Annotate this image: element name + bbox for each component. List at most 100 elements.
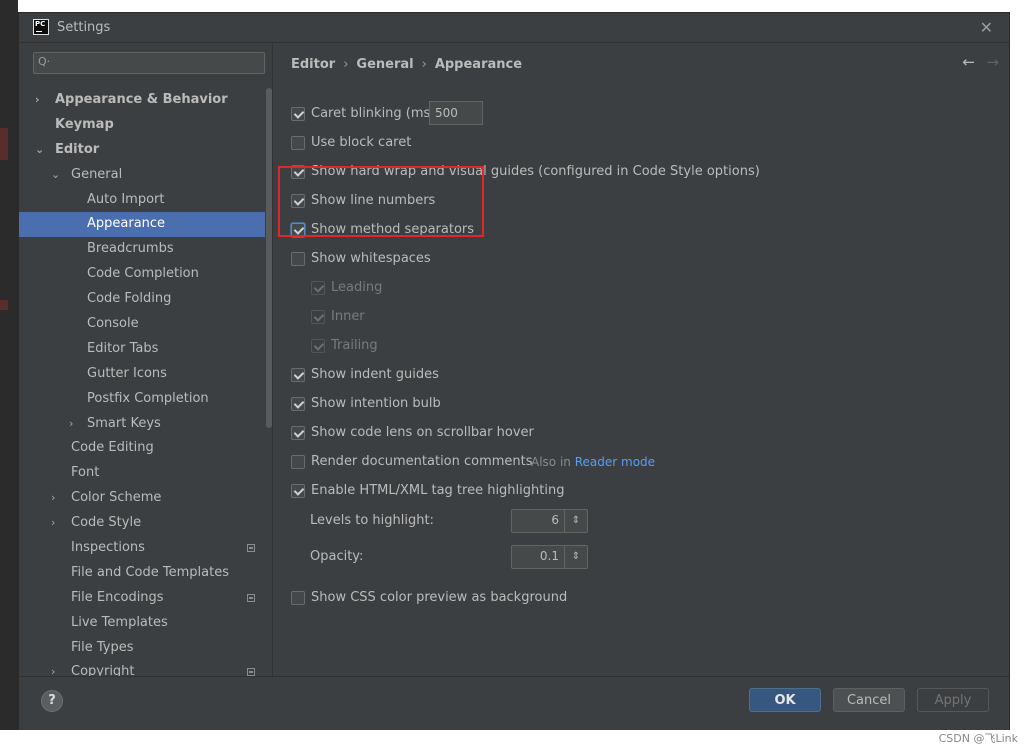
opacity-label: Opacity: [310, 549, 364, 564]
hard-wrap-label: Show hard wrap and visual guides (config… [311, 164, 760, 179]
sidebar-item-label: Code Editing [71, 440, 154, 456]
breadcrumb-separator: › [343, 57, 349, 72]
project-scope-icon [247, 544, 255, 553]
sidebar-item-console[interactable]: Console [19, 312, 265, 337]
sidebar-item-inspections[interactable]: Inspections [19, 536, 265, 561]
sidebar-item-label: Smart Keys [87, 415, 161, 431]
settings-tree: › Appearance & Behavior Keymap ⌄ Editor ⌄ Gene… [19, 88, 265, 685]
caret-blinking-checkbox[interactable] [291, 107, 305, 121]
close-icon[interactable]: ✕ [980, 18, 993, 37]
css-preview-checkbox[interactable] [291, 591, 305, 605]
css-preview-label: Show CSS color preview as background [311, 590, 568, 605]
window-title: Settings [57, 20, 111, 35]
line-numbers-label: Show line numbers [311, 193, 436, 208]
settings-sidebar: Q· › Appearance & Behavior Keymap ⌄ Editor ⌄ G… [19, 44, 273, 679]
opacity-spinner[interactable]: 0.1 ⇕ [511, 545, 588, 569]
sidebar-item-color-scheme[interactable]: › Color Scheme [19, 486, 265, 511]
tag-tree-checkbox[interactable] [291, 484, 305, 498]
inner-checkbox [311, 310, 325, 324]
sidebar-item-editor-tabs[interactable]: Editor Tabs [19, 337, 265, 362]
method-separators-checkbox[interactable] [291, 223, 305, 237]
levels-label: Levels to highlight: [310, 513, 434, 528]
sidebar-item-label: Console [87, 316, 139, 332]
ok-button[interactable]: OK [749, 688, 821, 712]
sidebar-item-appearance[interactable]: Appearance [19, 212, 265, 238]
chevron-right-icon[interactable]: › [51, 511, 55, 536]
sidebar-item-smart-keys[interactable]: › Smart Keys [19, 412, 265, 437]
code-lens-checkbox[interactable] [291, 426, 305, 440]
block-caret-checkbox[interactable] [291, 136, 305, 150]
sidebar-item-gutter-icons[interactable]: Gutter Icons [19, 362, 265, 387]
back-arrow-icon[interactable]: ← [962, 53, 975, 71]
hard-wrap-checkbox[interactable] [291, 165, 305, 179]
whitespaces-checkbox[interactable] [291, 252, 305, 266]
sidebar-item-font[interactable]: Font [19, 461, 265, 486]
sidebar-item-auto-import[interactable]: Auto Import [19, 188, 265, 213]
sidebar-item-label: Appearance & Behavior [55, 92, 228, 107]
sidebar-item-label: File and Code Templates [71, 564, 229, 580]
opacity-value: 0.1 [539, 549, 559, 563]
sidebar-scrollbar[interactable] [266, 88, 272, 428]
breadcrumb-general[interactable]: General [356, 57, 413, 72]
sidebar-item-editor[interactable]: ⌄ Editor [19, 138, 265, 163]
inner-label: Inner [331, 309, 365, 324]
breadcrumb-editor[interactable]: Editor [291, 57, 335, 72]
render-docs-option[interactable]: Render documentation comments Also in Re… [291, 452, 691, 472]
search-icon: Q· [38, 55, 51, 68]
sidebar-item-label: Code Style [71, 515, 142, 531]
sidebar-item-label: File Encodings [71, 589, 164, 605]
sidebar-item-label: Appearance [87, 216, 166, 232]
indent-guides-checkbox[interactable] [291, 368, 305, 382]
sidebar-item-file-encodings[interactable]: File Encodings [19, 586, 265, 611]
method-separators-label: Show method separators [311, 222, 475, 237]
levels-spinner[interactable]: 6 ⇕ [511, 509, 588, 533]
forward-arrow-icon: → [986, 53, 999, 71]
caret-blinking-input[interactable] [429, 101, 483, 125]
chevron-right-icon[interactable]: › [35, 88, 40, 113]
sidebar-item-label: Keymap [55, 116, 114, 132]
chevron-right-icon[interactable]: › [51, 486, 55, 511]
search-input[interactable] [56, 54, 260, 74]
render-docs-checkbox[interactable] [291, 455, 305, 469]
sidebar-item-keymap[interactable]: Keymap [19, 113, 265, 138]
sidebar-item-postfix-completion[interactable]: Postfix Completion [19, 387, 265, 412]
sidebar-item-file-and-code-templates[interactable]: File and Code Templates [19, 561, 265, 586]
help-button[interactable]: ? [41, 690, 63, 712]
pycharm-app-icon: PC [33, 19, 49, 35]
sidebar-item-code-folding[interactable]: Code Folding [19, 287, 265, 312]
sidebar-item-label: Gutter Icons [87, 365, 167, 381]
sidebar-item-file-types[interactable]: File Types [19, 636, 265, 661]
cancel-button[interactable]: Cancel [833, 688, 905, 712]
levels-value: 6 [551, 513, 559, 527]
intention-bulb-checkbox[interactable] [291, 397, 305, 411]
sidebar-item-code-editing[interactable]: Code Editing [19, 436, 265, 461]
block-caret-label: Use block caret [311, 135, 412, 150]
settings-search[interactable]: Q· [33, 52, 265, 74]
sidebar-item-label: File Types [71, 639, 134, 655]
intention-bulb-label: Show intention bulb [311, 396, 441, 411]
sidebar-item-appearance-behavior[interactable]: › Appearance & Behavior [19, 88, 265, 113]
sidebar-item-label: Font [71, 465, 100, 481]
sidebar-item-code-completion[interactable]: Code Completion [19, 262, 265, 287]
sidebar-item-live-templates[interactable]: Live Templates [19, 611, 265, 636]
sidebar-item-breadcrumbs[interactable]: Breadcrumbs [19, 237, 265, 262]
sidebar-item-label: Code Folding [87, 291, 172, 307]
sidebar-item-label: Inspections [71, 540, 145, 556]
sidebar-item-code-style[interactable]: › Code Style [19, 511, 265, 536]
sidebar-item-general[interactable]: ⌄ General [19, 163, 265, 188]
spinner-arrows-icon[interactable]: ⇕ [564, 546, 587, 568]
reader-mode-link[interactable]: Reader mode [575, 455, 655, 469]
chevron-down-icon[interactable]: ⌄ [35, 138, 44, 163]
leading-label: Leading [331, 280, 383, 295]
line-numbers-checkbox[interactable] [291, 194, 305, 208]
dialog-footer: ? OK Cancel Apply [19, 676, 1009, 730]
settings-dialog: PC Settings ✕ Q· › Appearance & Behavior K… [18, 12, 1010, 730]
whitespaces-label: Show whitespaces [311, 251, 431, 266]
indent-guides-label: Show indent guides [311, 367, 439, 382]
settings-content: Editor › General › Appearance ← → Caret blin… [274, 44, 1009, 676]
spinner-arrows-icon[interactable]: ⇕ [564, 510, 587, 532]
chevron-right-icon[interactable]: › [69, 412, 73, 437]
chevron-down-icon[interactable]: ⌄ [51, 163, 60, 188]
sidebar-item-label: General [71, 166, 123, 182]
sidebar-item-label: Auto Import [87, 191, 165, 207]
